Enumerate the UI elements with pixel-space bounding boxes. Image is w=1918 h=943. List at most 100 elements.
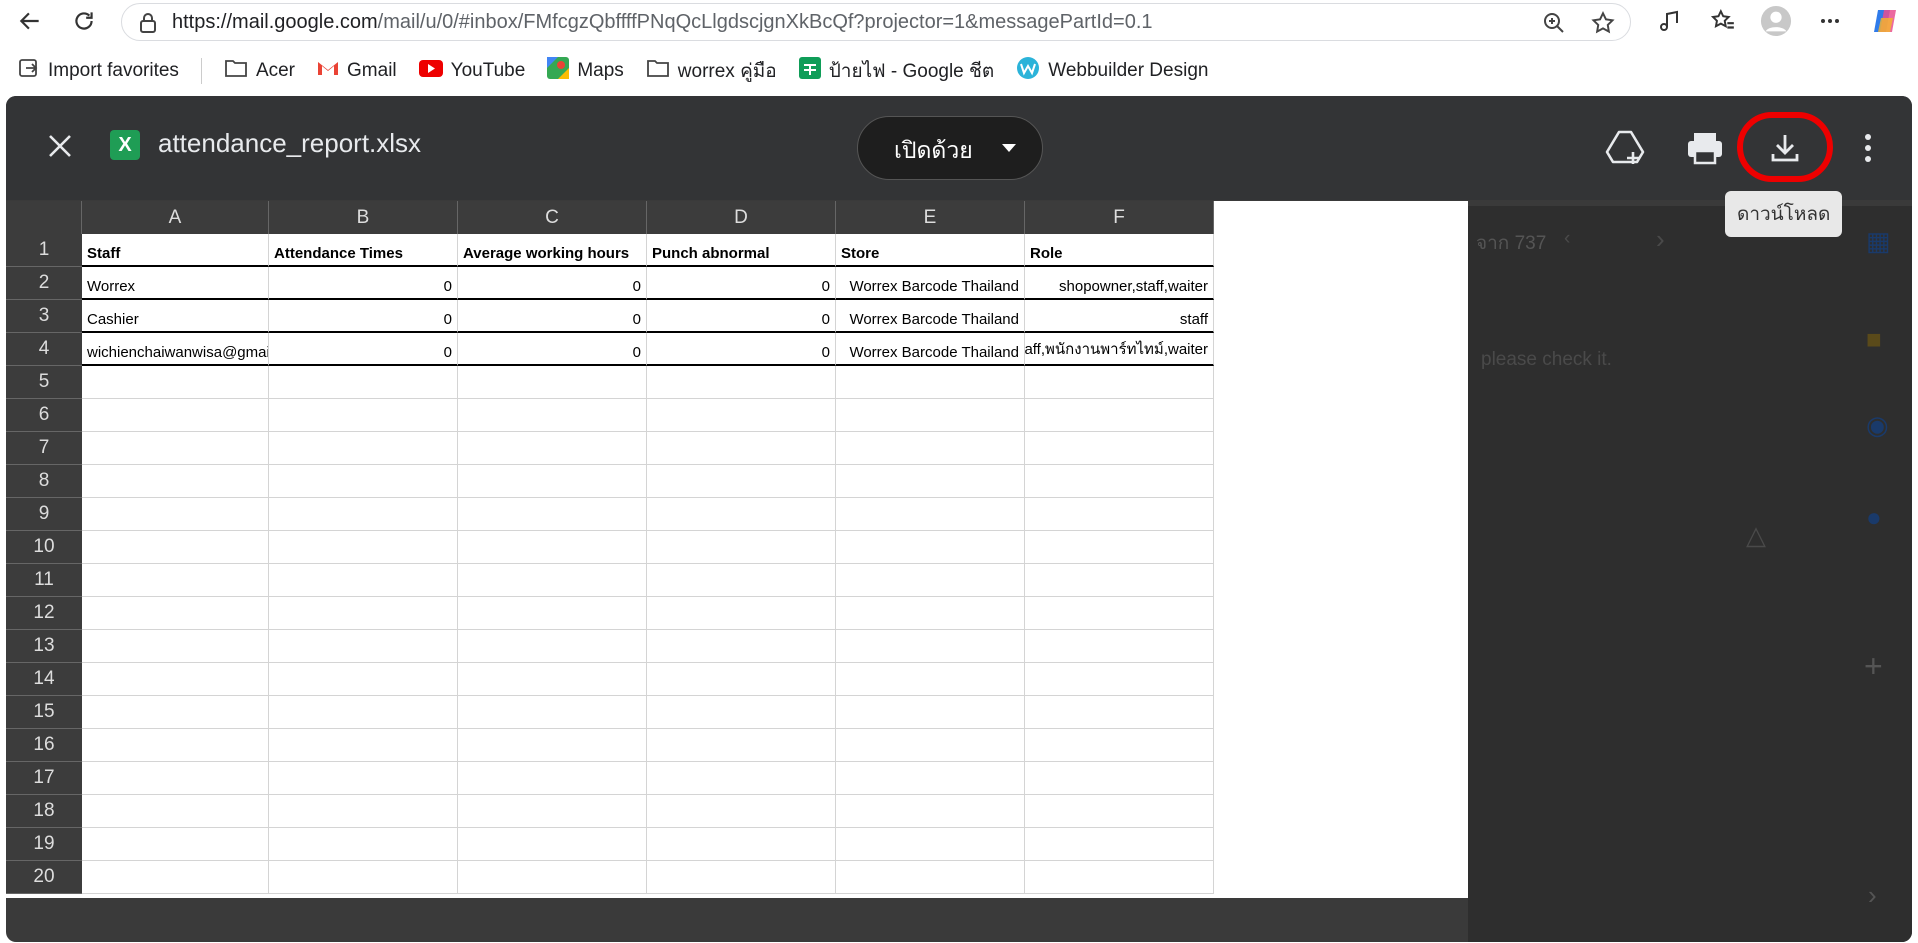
column-header[interactable]: C — [458, 201, 647, 234]
row-header[interactable]: 1 — [6, 234, 82, 267]
empty-cell[interactable] — [1025, 498, 1214, 531]
empty-cell[interactable] — [836, 432, 1025, 465]
empty-cell[interactable] — [269, 663, 458, 696]
empty-cell[interactable] — [458, 498, 647, 531]
empty-cell[interactable] — [647, 564, 836, 597]
empty-cell[interactable] — [82, 597, 269, 630]
empty-cell[interactable] — [836, 696, 1025, 729]
empty-cell[interactable] — [1025, 828, 1214, 861]
empty-cell[interactable] — [458, 366, 647, 399]
select-all-corner[interactable] — [6, 201, 82, 234]
empty-cell[interactable] — [269, 597, 458, 630]
empty-cell[interactable] — [1025, 696, 1214, 729]
empty-cell[interactable] — [458, 861, 647, 894]
empty-cell[interactable] — [647, 531, 836, 564]
row-header[interactable]: 9 — [6, 498, 82, 531]
empty-cell[interactable] — [647, 696, 836, 729]
column-header[interactable]: F — [1025, 201, 1214, 234]
empty-cell[interactable] — [269, 828, 458, 861]
back-icon[interactable] — [14, 5, 46, 37]
header-cell[interactable]: Average working hours — [458, 234, 647, 267]
data-cell[interactable]: 0 — [458, 333, 647, 366]
empty-cell[interactable] — [82, 762, 269, 795]
data-cell[interactable]: ,staff,พนักงานพาร์ทไทม์,waiter — [1025, 333, 1214, 366]
zoom-icon[interactable] — [1542, 11, 1566, 40]
data-cell[interactable]: Worrex Barcode Thailand — [836, 267, 1025, 300]
row-header[interactable]: 17 — [6, 762, 82, 795]
empty-cell[interactable] — [82, 432, 269, 465]
header-cell[interactable]: Role — [1025, 234, 1214, 267]
empty-cell[interactable] — [647, 729, 836, 762]
bookmark-acer[interactable]: Acer — [224, 58, 295, 84]
empty-cell[interactable] — [647, 861, 836, 894]
empty-cell[interactable] — [458, 465, 647, 498]
empty-cell[interactable] — [82, 795, 269, 828]
empty-cell[interactable] — [82, 696, 269, 729]
profile-avatar[interactable] — [1760, 5, 1792, 37]
empty-cell[interactable] — [1025, 630, 1214, 663]
row-header[interactable]: 11 — [6, 564, 82, 597]
more-menu-icon[interactable] — [1814, 5, 1846, 37]
row-header[interactable]: 20 — [6, 861, 82, 894]
copilot-icon[interactable] — [1869, 5, 1901, 37]
empty-cell[interactable] — [458, 399, 647, 432]
empty-cell[interactable] — [82, 366, 269, 399]
row-header[interactable]: 15 — [6, 696, 82, 729]
data-cell[interactable]: Worrex — [82, 267, 269, 300]
empty-cell[interactable] — [1025, 465, 1214, 498]
column-header[interactable]: A — [82, 201, 269, 234]
column-header[interactable]: E — [836, 201, 1025, 234]
empty-cell[interactable] — [836, 564, 1025, 597]
empty-cell[interactable] — [1025, 795, 1214, 828]
address-bar[interactable]: https://mail.google.com/mail/u/0/#inbox/… — [121, 3, 1631, 41]
data-cell[interactable]: Worrex Barcode Thailand — [836, 333, 1025, 366]
empty-cell[interactable] — [269, 498, 458, 531]
empty-cell[interactable] — [458, 762, 647, 795]
empty-cell[interactable] — [836, 366, 1025, 399]
empty-cell[interactable] — [82, 399, 269, 432]
lock-icon[interactable] — [138, 12, 158, 39]
empty-cell[interactable] — [458, 531, 647, 564]
row-header[interactable]: 13 — [6, 630, 82, 663]
bookmark-webbuilder[interactable]: Webbuilder Design — [1016, 56, 1208, 86]
empty-cell[interactable] — [82, 465, 269, 498]
empty-cell[interactable] — [647, 828, 836, 861]
row-header[interactable]: 10 — [6, 531, 82, 564]
empty-cell[interactable] — [836, 498, 1025, 531]
empty-cell[interactable] — [1025, 399, 1214, 432]
empty-cell[interactable] — [269, 366, 458, 399]
empty-cell[interactable] — [836, 630, 1025, 663]
bookmark-import-favorites[interactable]: Import favorites — [18, 57, 179, 85]
empty-cell[interactable] — [836, 861, 1025, 894]
empty-cell[interactable] — [458, 696, 647, 729]
empty-cell[interactable] — [269, 399, 458, 432]
empty-cell[interactable] — [458, 432, 647, 465]
empty-cell[interactable] — [836, 762, 1025, 795]
empty-cell[interactable] — [836, 597, 1025, 630]
empty-cell[interactable] — [269, 762, 458, 795]
empty-cell[interactable] — [269, 432, 458, 465]
row-header[interactable]: 18 — [6, 795, 82, 828]
header-cell[interactable]: Staff — [82, 234, 269, 267]
empty-cell[interactable] — [647, 465, 836, 498]
data-cell[interactable]: staff — [1025, 300, 1214, 333]
header-cell[interactable]: Store — [836, 234, 1025, 267]
empty-cell[interactable] — [82, 564, 269, 597]
empty-cell[interactable] — [82, 630, 269, 663]
row-header[interactable]: 6 — [6, 399, 82, 432]
data-cell[interactable]: 0 — [269, 300, 458, 333]
data-cell[interactable]: shopowner,staff,waiter — [1025, 267, 1214, 300]
row-header[interactable]: 14 — [6, 663, 82, 696]
row-header[interactable]: 4 — [6, 333, 82, 366]
empty-cell[interactable] — [1025, 432, 1214, 465]
empty-cell[interactable] — [458, 795, 647, 828]
empty-cell[interactable] — [269, 531, 458, 564]
column-header[interactable]: B — [269, 201, 458, 234]
empty-cell[interactable] — [836, 729, 1025, 762]
row-header[interactable]: 5 — [6, 366, 82, 399]
data-cell[interactable]: Worrex Barcode Thailand — [836, 300, 1025, 333]
empty-cell[interactable] — [458, 564, 647, 597]
row-header[interactable]: 3 — [6, 300, 82, 333]
empty-cell[interactable] — [1025, 597, 1214, 630]
data-cell[interactable]: 0 — [647, 300, 836, 333]
